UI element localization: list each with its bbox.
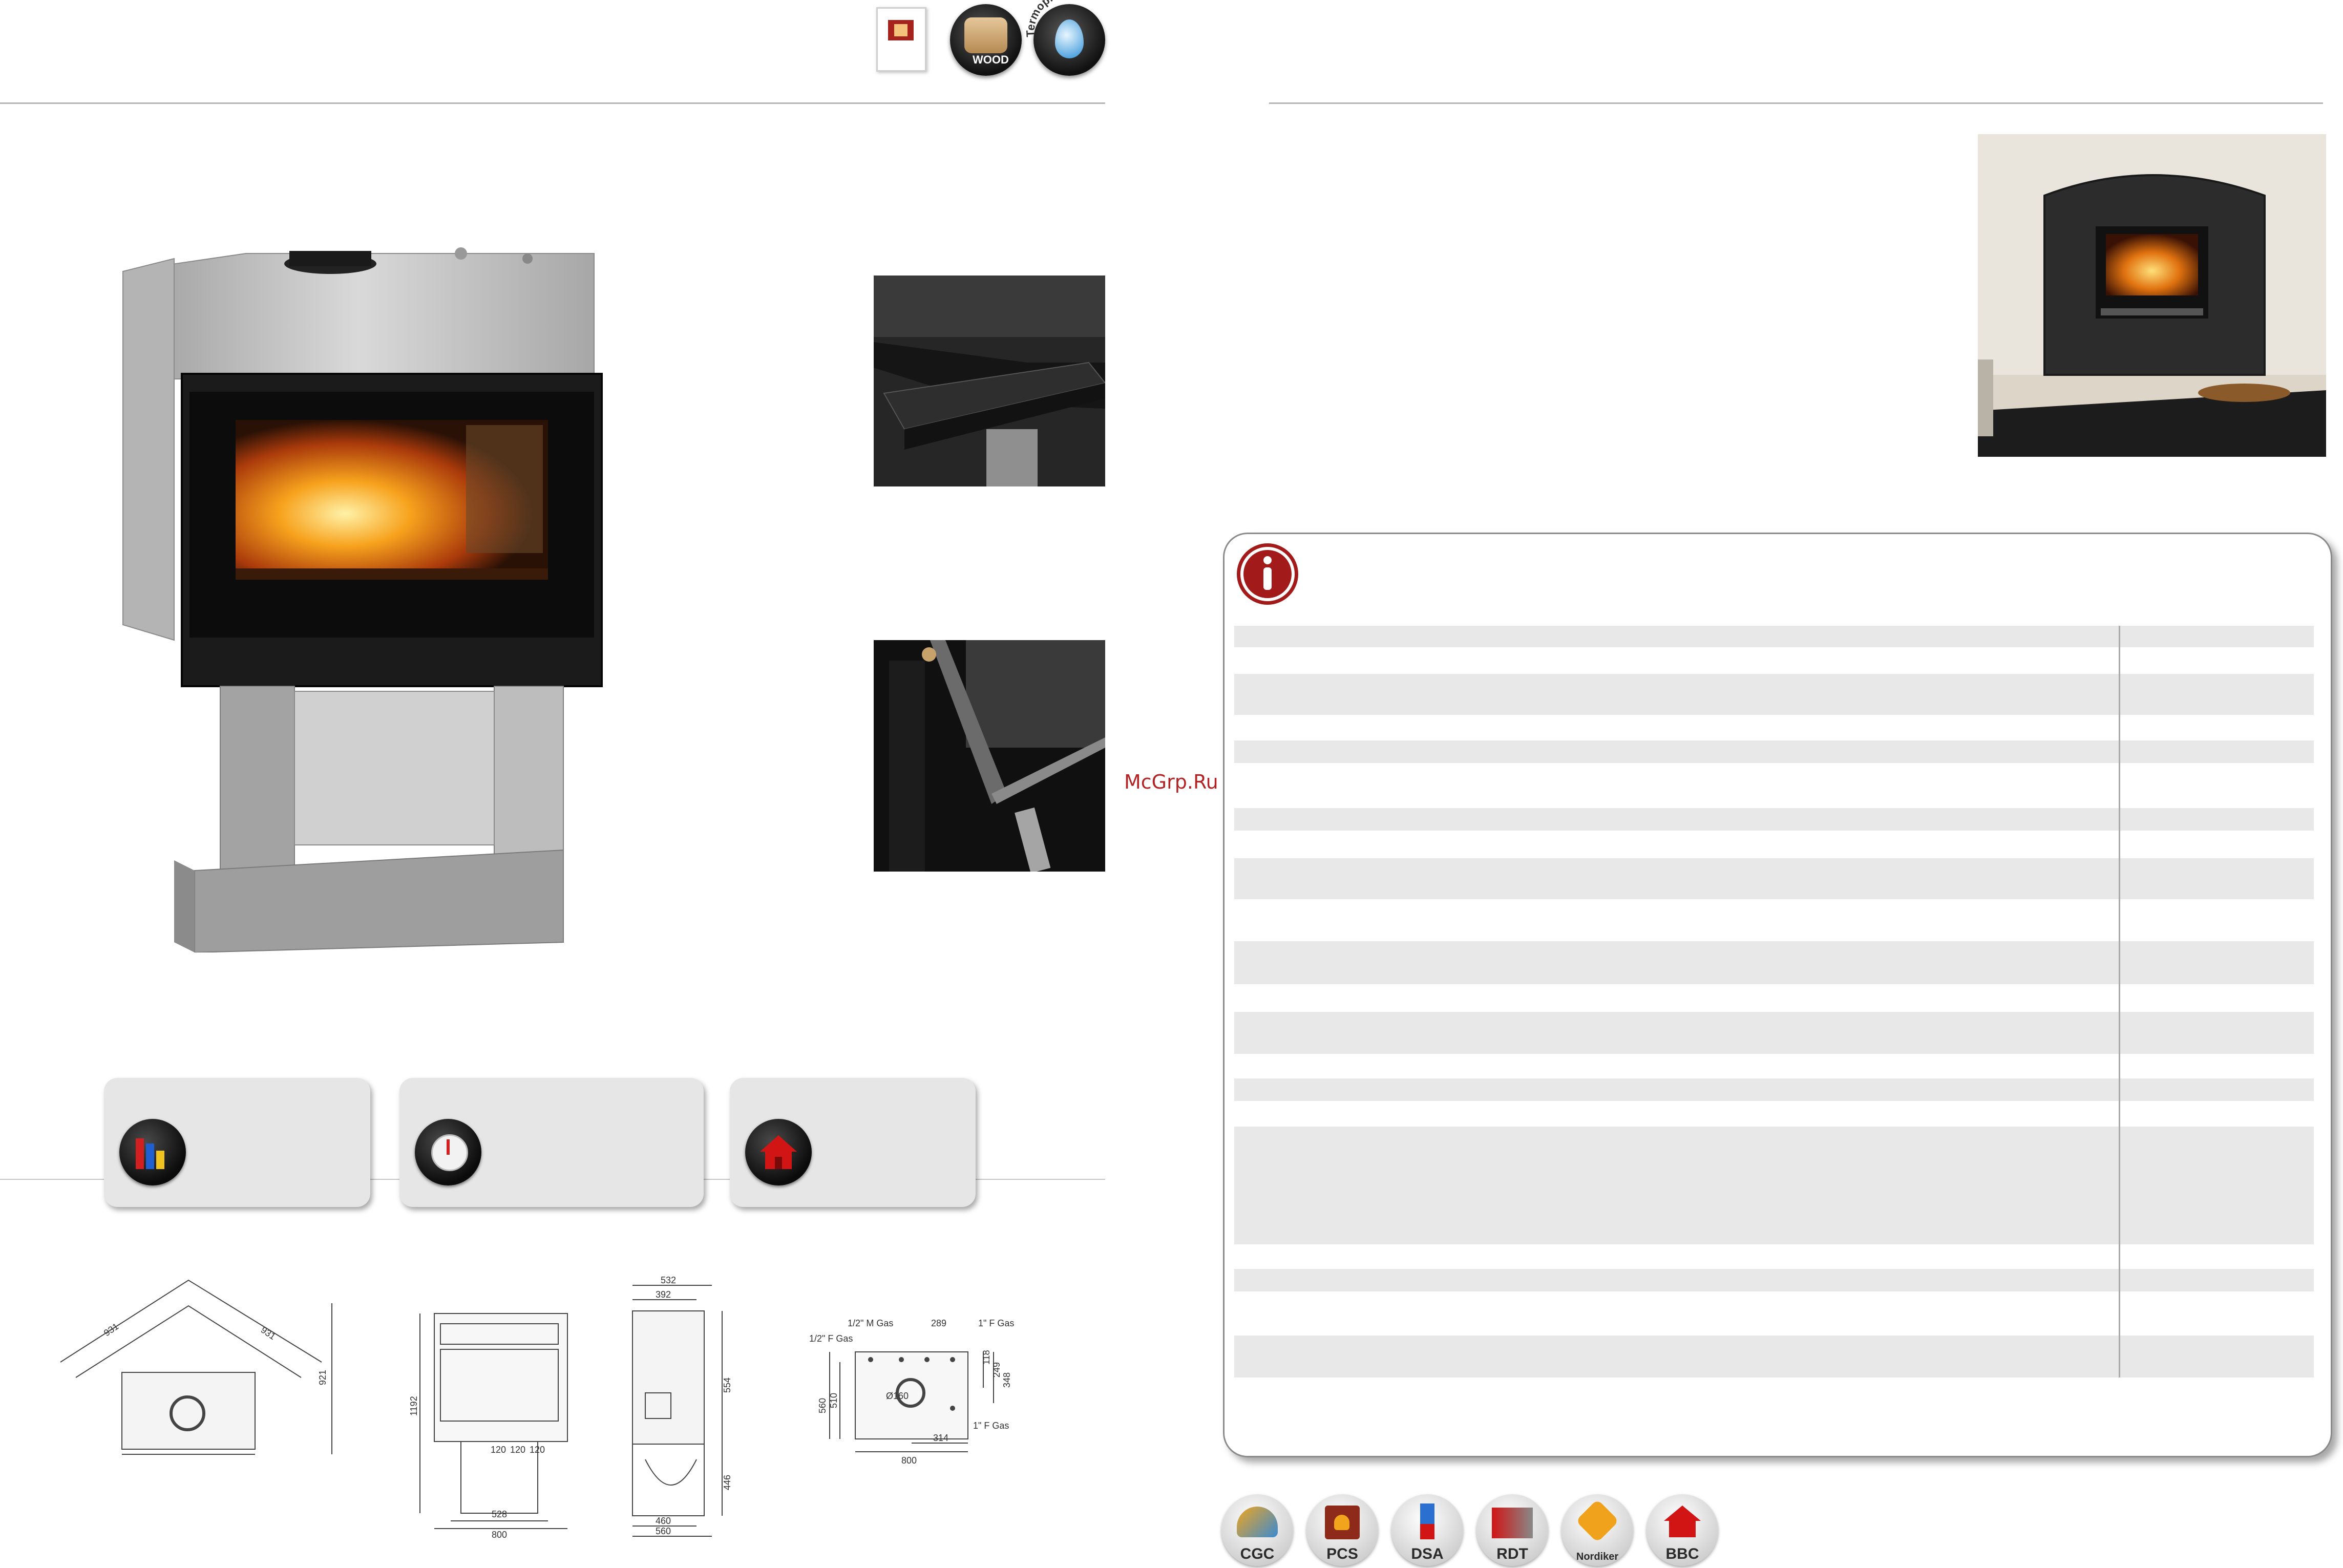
cgc-badge-icon: CGC	[1221, 1494, 1293, 1566]
spec-row-stripe-3	[1234, 740, 2314, 763]
left-header-rule	[0, 102, 1105, 104]
spec-row-stripe-6	[1234, 941, 2314, 984]
efficiency-feature-tab	[104, 1078, 370, 1207]
technical-data-panel	[1223, 533, 2332, 1457]
fireplace-insert-photo	[122, 247, 603, 952]
mcgrp-watermark: McGrp.Ru	[1124, 771, 1218, 793]
wood-label: WOOD	[973, 53, 1009, 66]
dim-top-560: 560	[817, 1398, 828, 1413]
house-icon	[745, 1119, 812, 1185]
dim-front-spacing-1: 120	[491, 1445, 506, 1455]
dim-side-top: 532	[661, 1275, 676, 1285]
bar-yellow	[156, 1151, 164, 1169]
heated-area-feature-tab	[730, 1078, 976, 1207]
dim-top-249: 249	[991, 1362, 1002, 1378]
termoprodotti-label: Termoprodotti	[1024, 0, 1089, 37]
dim-top-f-gas: 1" F Gas	[978, 1318, 1014, 1328]
bar-chart-icon	[119, 1119, 186, 1185]
house-shape	[760, 1135, 797, 1169]
gauge-dial	[431, 1134, 468, 1171]
spec-row-stripe-10	[1234, 1269, 2314, 1291]
rdt-emblem	[1492, 1508, 1533, 1538]
bbc-house-shape	[1664, 1506, 1701, 1537]
dim-top-flue: Ø160	[886, 1391, 909, 1401]
ash-drawer-detail-photo	[874, 276, 1105, 486]
dim-top-800: 800	[901, 1455, 917, 1466]
brochure-thumbnail-icon	[876, 7, 926, 72]
rdt-label: RDT	[1496, 1545, 1528, 1562]
bar-red	[136, 1138, 144, 1169]
spec-row-stripe-7	[1234, 1012, 2314, 1054]
dim-top-348: 348	[1002, 1372, 1012, 1388]
corner-installation-drawing: 931 931 921	[60, 1279, 332, 1455]
dim-front-height: 1192	[410, 1396, 419, 1416]
door-handle-image	[874, 640, 1105, 872]
dim-front-spacing-2: 120	[510, 1445, 525, 1455]
dsa-badge-icon: DSA	[1391, 1494, 1463, 1566]
bar-blue	[146, 1143, 154, 1169]
spec-row-stripe-11	[1234, 1336, 2314, 1378]
top-view-drawing: 1/2" M Gas 289 1" F Gas 1/2" F Gas 118 2…	[809, 1318, 1014, 1466]
dim-side-inner: 392	[656, 1289, 671, 1300]
dim-top-510: 510	[829, 1393, 839, 1408]
dsa-label: DSA	[1411, 1545, 1444, 1562]
nordiker-badge-icon: Nordiker	[1561, 1494, 1633, 1566]
rdt-badge-icon: RDT	[1476, 1494, 1548, 1566]
dim-side-base: 460	[656, 1516, 671, 1526]
dim-side-depth: 560	[656, 1526, 671, 1536]
dim-top-314: 314	[933, 1433, 948, 1443]
termoprodotti-arc-text: Termoprodotti	[1024, 0, 1089, 37]
thumbnail-flame	[894, 24, 907, 36]
dim-top-118: 118	[981, 1350, 991, 1365]
bbc-badge-icon: BBC	[1647, 1494, 1718, 1566]
bbc-label: BBC	[1665, 1545, 1699, 1562]
spec-column-divider	[2119, 626, 2120, 1378]
ash-drawer-image	[874, 276, 1105, 486]
pcs-flame	[1334, 1515, 1349, 1530]
room-scene-image	[1978, 134, 2326, 457]
gauge-icon	[415, 1119, 481, 1185]
power-feature-tab	[399, 1078, 704, 1207]
dim-corner-left: 931	[102, 1321, 120, 1338]
nordiker-label: Nordiker	[1576, 1551, 1619, 1562]
wood-fuel-icon: WOOD	[950, 4, 1022, 76]
dim-top-half-f-gas: 1/2" F Gas	[809, 1333, 853, 1344]
dim-top-return-gas: 1" F Gas	[973, 1421, 1009, 1431]
spec-row-stripe-2	[1234, 674, 2314, 715]
side-view-drawing: 532 392 554 446 460 560	[632, 1275, 732, 1537]
dim-corner-right: 931	[259, 1325, 278, 1342]
spec-row-stripe-4	[1234, 808, 2314, 831]
dim-corner-depth: 921	[318, 1370, 328, 1385]
spec-row-stripe-9	[1234, 1127, 2314, 1244]
dim-side-upper: 554	[722, 1378, 732, 1393]
door-handle-detail-photo	[874, 640, 1105, 872]
cgc-label: CGC	[1240, 1545, 1275, 1562]
installed-fireplace-photo	[1978, 134, 2326, 457]
nordiker-emblem	[1575, 1499, 1619, 1543]
info-icon	[1237, 543, 1298, 605]
dim-front-base: 528	[492, 1509, 507, 1519]
front-view-drawing: 1192 120 120 120 528 800	[410, 1313, 568, 1539]
spec-row-stripe-1	[1234, 626, 2314, 647]
dim-top-289: 289	[931, 1318, 946, 1328]
wood-logs-shape	[964, 17, 1007, 53]
cgc-emblem	[1237, 1507, 1278, 1537]
gauge-needle	[447, 1139, 450, 1155]
dim-side-lower: 446	[722, 1475, 732, 1490]
pcs-label: PCS	[1326, 1545, 1358, 1562]
svg-text:Termoprodotti: Termoprodotti	[1024, 0, 1089, 37]
spec-row-stripe-8	[1234, 1078, 2314, 1101]
dsa-arrow-red	[1420, 1524, 1434, 1539]
dim-front-spacing-3: 120	[530, 1445, 545, 1455]
dim-top-m-gas: 1/2" M Gas	[848, 1318, 893, 1328]
dim-front-width: 800	[492, 1530, 507, 1539]
right-header-rule	[1269, 102, 2323, 104]
pcs-badge-icon: PCS	[1306, 1494, 1378, 1566]
spec-row-stripe-5	[1234, 858, 2314, 899]
dsa-arrow-blue	[1420, 1503, 1434, 1524]
